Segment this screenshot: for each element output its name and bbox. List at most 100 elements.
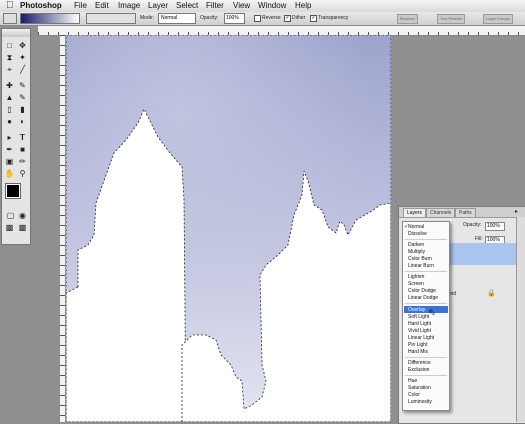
foreground-color-swatch[interactable] [5,183,21,199]
blend-mode-exclusion[interactable]: Exclusion [408,367,429,373]
quick-mask-icon[interactable]: ◉ [17,211,28,221]
pen-tool-icon[interactable]: ✒ [4,145,15,155]
blend-mode-linear-dodge[interactable]: Linear Dodge [408,295,438,301]
transparency-checkbox[interactable]: ✓ [310,15,317,22]
magic-wand-tool-icon[interactable]: ✦ [17,53,28,63]
tool-preset-picker[interactable] [3,13,17,24]
notes-tool-icon[interactable]: ▣ [4,157,15,167]
blend-mode-soft-light[interactable]: Soft Light [408,314,429,320]
opacity-field[interactable]: 100% [224,13,245,24]
menu-help[interactable]: Help [295,0,311,12]
blend-mode-dissolve[interactable]: Dissolve [408,231,427,237]
menu-file[interactable]: File [74,0,87,12]
menu-layer[interactable]: Layer [148,0,168,12]
menu-divider [405,357,447,358]
history-brush-icon[interactable]: ✎ [17,93,28,103]
blend-mode-linear-light[interactable]: Linear Light [408,335,434,341]
menu-photoshop[interactable]: Photoshop [20,0,62,12]
blend-mode-screen[interactable]: Screen [408,281,424,287]
blur-tool-icon[interactable]: ● [4,117,15,127]
eyedropper-tool-icon[interactable]: ✏ [17,157,28,167]
layer-comps-well[interactable]: Layer Comps [483,14,513,24]
layer-row-selected[interactable] [447,243,525,265]
marquee-tool-icon[interactable]: □ [4,41,15,51]
menu-divider [405,239,447,240]
hand-tool-icon[interactable]: ✋ [4,169,15,179]
blend-mode-hard-light[interactable]: Hard Light [408,321,431,327]
layers-fill-label: Fill: [475,236,483,242]
lock-icon: 🔒 [487,290,496,297]
standard-mode-icon[interactable]: ▢ [5,211,16,221]
blend-mode-hard-mix[interactable]: Hard Mix [408,349,428,355]
dodge-tool-icon[interactable]: ◐ [17,117,28,127]
menu-filter[interactable]: Filter [206,0,224,12]
options-bar: Mode: Normal Opacity: 100% Reverse ✓ Dit… [0,12,525,26]
lasso-tool-icon[interactable]: ⧗ [4,53,15,63]
menu-window[interactable]: Window [258,0,286,12]
mode-select[interactable]: Normal [158,13,196,24]
layers-opacity-label: Opacity: [463,222,482,228]
move-tool-icon[interactable]: ✥ [17,41,28,51]
blend-mode-saturation[interactable]: Saturation [408,385,431,391]
menu-view[interactable]: View [233,0,250,12]
blend-mode-color-burn[interactable]: Color Burn [408,256,432,262]
blend-mode-multiply[interactable]: Multiply [408,249,425,255]
layers-opacity-field[interactable]: 100% [485,222,505,231]
panel-tab-bar: Layers Channels Paths ▸ [399,207,525,218]
healing-brush-icon[interactable]: ✚ [4,81,15,91]
dither-label: Dither [292,15,306,21]
type-tool-icon[interactable]: T [17,133,28,143]
dither-checkbox[interactable]: ✓ [284,15,291,22]
path-selection-icon[interactable]: ▸ [4,133,15,143]
mode-label: Mode: [140,15,154,21]
zoom-tool-icon[interactable]: ⚲ [17,169,28,179]
blend-mode-pin-light[interactable]: Pin Light [408,342,427,348]
tab-channels[interactable]: Channels [426,208,456,218]
slice-tool-icon[interactable]: ╱ [17,65,28,75]
brushes-well[interactable]: Brushes [397,14,418,24]
blend-mode-hue[interactable]: Hue [408,378,417,384]
blend-mode-normal[interactable]: Normal [408,224,424,230]
document-canvas[interactable] [66,35,391,422]
ruler-left [60,35,65,422]
menu-edit[interactable]: Edit [95,0,109,12]
blend-mode-dropdown[interactable]: ✓ Normal Dissolve Darken Multiply Color … [402,221,450,411]
toolbox-header [2,29,30,37]
gradient-swatch[interactable] [20,13,80,24]
blend-mode-color-dodge[interactable]: Color Dodge [408,288,436,294]
eraser-tool-icon[interactable]: ▯ [4,105,15,115]
menu-divider [405,271,447,272]
screen-mode-icon[interactable]: ▩ [4,223,15,233]
panel-scrollbar[interactable] [516,217,525,422]
reverse-checkbox[interactable] [254,15,261,22]
blend-mode-vivid-light[interactable]: Vivid Light [408,328,431,334]
tab-paths[interactable]: Paths [455,208,476,218]
blend-mode-overlay[interactable]: Overlay [408,307,425,313]
transparency-label: Transparency [318,15,349,21]
gradient-type-buttons[interactable] [86,13,136,24]
panel-menu-icon[interactable]: ▸ [515,208,518,215]
reverse-label: Reverse [262,15,281,21]
blend-mode-darken[interactable]: Darken [408,242,424,248]
mouse-pointer-icon: ⬁ [428,307,436,317]
menu-divider [405,375,447,376]
brush-tool-icon[interactable]: ✎ [17,81,28,91]
toolbox: □ ✥ ⧗ ✦ ⌖ ╱ ✚ ✎ ▲ ✎ ▯ ▮ ● ◐ ▸ T ✒ ■ ▣ ✏ … [1,28,31,245]
shape-tool-icon[interactable]: ■ [17,145,28,155]
tool-presets-well[interactable]: Tool Presets [437,14,466,24]
clone-stamp-icon[interactable]: ▲ [4,93,15,103]
tab-layers[interactable]: Layers [403,208,427,218]
blend-mode-color[interactable]: Color [408,392,420,398]
screen-mode-full-icon[interactable]: ▩ [17,223,28,233]
crop-tool-icon[interactable]: ⌖ [4,65,15,75]
blend-mode-lighten[interactable]: Lighten [408,274,424,280]
menu-divider [405,303,447,304]
apple-icon[interactable]:  [6,0,14,12]
canvas-image [66,35,391,422]
menu-image[interactable]: Image [118,0,140,12]
gradient-tool-icon[interactable]: ▮ [17,105,28,115]
menu-select[interactable]: Select [176,0,198,12]
blend-mode-linear-burn[interactable]: Linear Burn [408,263,434,269]
blend-mode-difference[interactable]: Difference [408,360,431,366]
blend-mode-luminosity[interactable]: Luminosity [408,399,432,405]
